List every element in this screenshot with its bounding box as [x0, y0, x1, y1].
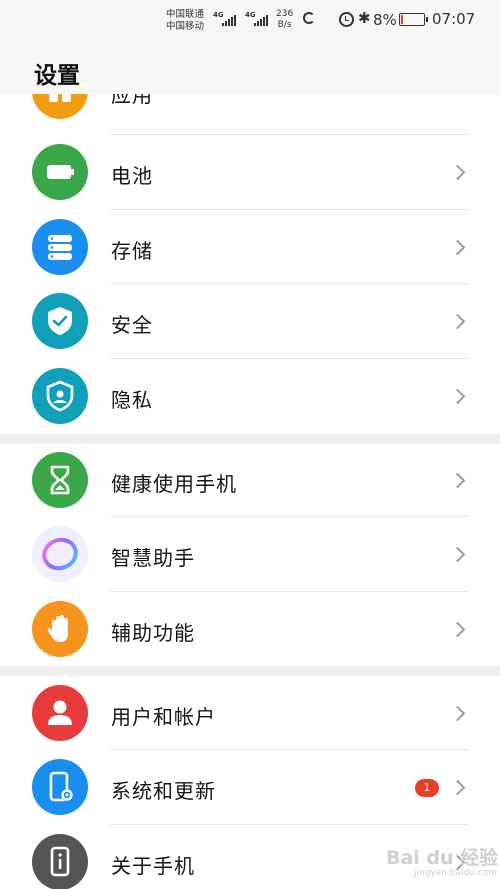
carrier-1: 中国联通 — [166, 9, 205, 20]
settings-item-label: 应用 — [111, 94, 153, 107]
settings-item-label: 电池 — [111, 164, 153, 188]
settings-item-label: 用户和帐户 — [111, 705, 216, 729]
settings-item-label: 关于手机 — [111, 854, 195, 878]
data-saver-icon — [303, 12, 315, 24]
chevron-right-icon — [449, 705, 466, 722]
chevron-right-icon — [449, 621, 466, 638]
carrier-2: 中国移动 — [166, 21, 205, 32]
alarm-icon — [339, 12, 354, 27]
settings-item-label: 系统和更新 — [111, 779, 216, 803]
group-gap — [0, 434, 500, 444]
status-bar: 中国联通 中国移动 4G 4G 236 B/s ✱ 8% 07:07 — [0, 0, 500, 40]
settings-item-label: 辅助功能 — [111, 621, 195, 645]
settings-item-label: 安全 — [111, 313, 153, 337]
info-phone-icon — [32, 834, 88, 889]
settings-item-digital-balance[interactable]: 健康使用手机 — [0, 444, 500, 517]
watermark-url: jingyan.baidu.com — [414, 868, 498, 878]
chevron-right-icon — [449, 388, 466, 405]
settings-item-assistant[interactable]: 智慧助手 — [0, 517, 500, 592]
hourglass-icon — [32, 452, 88, 508]
apps-icon — [32, 94, 88, 119]
battery-percent: 8% — [373, 11, 397, 29]
shield-check-icon — [32, 293, 88, 349]
settings-item-apps[interactable]: 应用 — [0, 94, 500, 135]
settings-item-label: 智慧助手 — [111, 546, 195, 570]
settings-item-label: 健康使用手机 — [111, 472, 237, 496]
phone-gear-icon — [32, 759, 88, 815]
watermark-logo: Bai du 经验 — [386, 847, 499, 869]
user-icon — [32, 685, 88, 741]
network-speed-value: 236 — [276, 9, 294, 19]
page-title: 设置 — [34, 63, 80, 89]
chevron-right-icon — [449, 472, 466, 489]
storage-icon — [32, 219, 88, 275]
network-speed: 236 B/s — [276, 9, 293, 31]
clock: 07:07 — [432, 10, 476, 28]
privacy-shield-icon — [32, 368, 88, 424]
chevron-right-icon — [449, 239, 466, 256]
settings-item-system[interactable]: 系统和更新 1 — [0, 750, 500, 825]
settings-item-label: 隐私 — [111, 388, 153, 412]
group-gap — [0, 666, 500, 676]
settings-item-security[interactable]: 安全 — [0, 284, 500, 359]
hand-icon — [32, 601, 88, 657]
settings-item-accessibility[interactable]: 辅助功能 — [0, 592, 500, 666]
chevron-right-icon — [449, 779, 466, 796]
battery-icon — [399, 13, 428, 26]
settings-item-storage[interactable]: 存储 — [0, 210, 500, 284]
assistant-ring-icon — [32, 526, 88, 582]
update-count-badge: 1 — [415, 779, 439, 797]
battery-level-fill — [401, 15, 403, 24]
network-speed-unit: B/s — [277, 20, 292, 30]
chevron-right-icon — [449, 313, 466, 330]
chevron-right-icon — [449, 546, 466, 563]
settings-item-users[interactable]: 用户和帐户 — [0, 676, 500, 750]
settings-item-battery[interactable]: 电池 — [0, 135, 500, 210]
carrier-names: 中国联通 中国移动 — [166, 9, 204, 33]
battery-settings-icon — [32, 144, 88, 200]
chevron-right-icon — [449, 164, 466, 181]
bluetooth-icon: ✱ — [358, 9, 371, 27]
settings-item-label: 存储 — [111, 239, 153, 263]
settings-item-privacy[interactable]: 隐私 — [0, 359, 500, 434]
